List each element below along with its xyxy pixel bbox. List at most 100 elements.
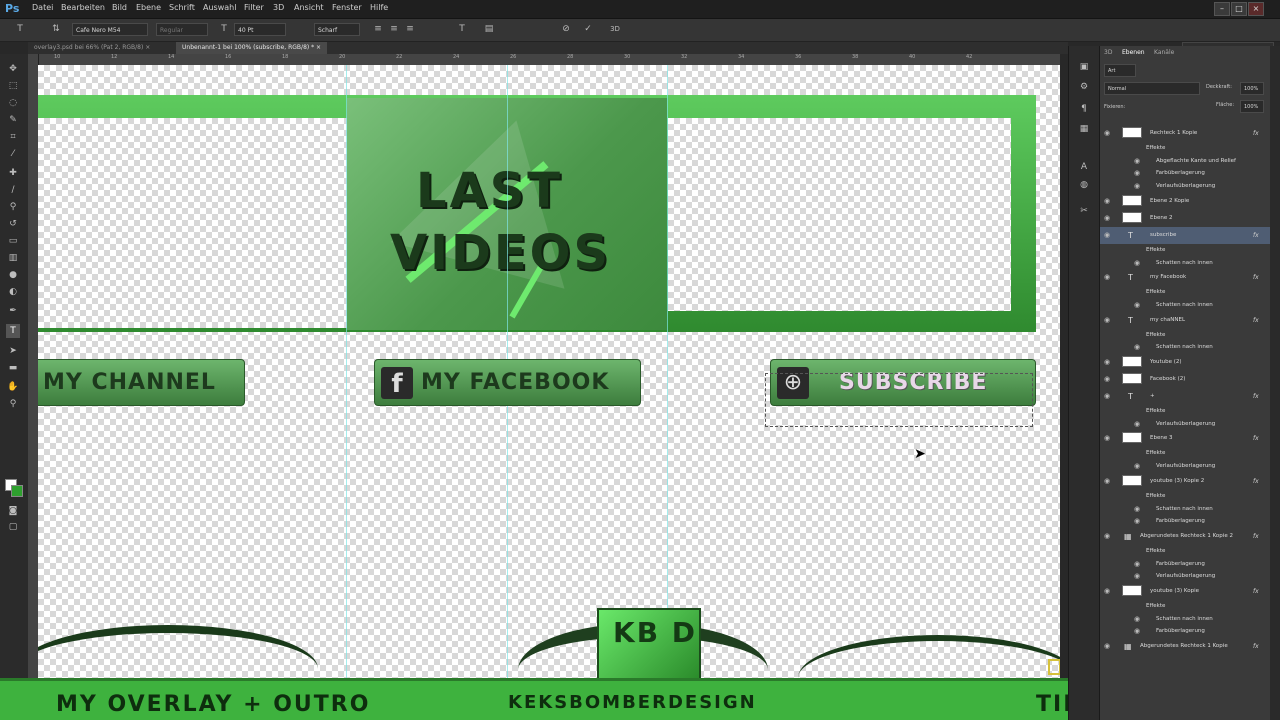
menu-ansicht[interactable]: Ansicht xyxy=(294,3,324,12)
eraser-icon[interactable]: ▭ xyxy=(6,234,20,248)
layer-row[interactable]: ◉ Schatten nach innen xyxy=(1100,341,1271,354)
menu-bearbeiten[interactable]: Bearbeiten xyxy=(61,3,105,12)
layer-row[interactable]: ◉ Verlaufsüberlagerung xyxy=(1100,460,1271,473)
visibility-eye-icon[interactable]: ◉ xyxy=(1134,515,1140,528)
layer-effects-icon[interactable]: fx xyxy=(1253,388,1259,405)
layer-effects-icon[interactable]: fx xyxy=(1253,125,1259,142)
layer-effects-icon[interactable]: fx xyxy=(1253,312,1259,329)
move-tool-icon[interactable]: ✥ xyxy=(6,62,20,76)
font-style-select[interactable]: Regular xyxy=(156,23,208,36)
menu-schrift[interactable]: Schrift xyxy=(169,3,195,12)
layer-row[interactable]: Effekte xyxy=(1100,405,1271,418)
gradient-tool-icon[interactable]: ▥ xyxy=(6,251,20,265)
screen-mode-icon[interactable]: ▢ xyxy=(6,520,20,534)
visibility-eye-icon[interactable]: ◉ xyxy=(1104,269,1110,286)
visibility-eye-icon[interactable]: ◉ xyxy=(1134,418,1140,431)
close-button[interactable]: × xyxy=(1248,2,1264,16)
layer-row[interactable]: Effekte xyxy=(1100,545,1271,558)
layer-kind-filter[interactable]: Art xyxy=(1104,64,1136,77)
visibility-eye-icon[interactable]: ◉ xyxy=(1104,354,1110,371)
visibility-eye-icon[interactable]: ◉ xyxy=(1134,503,1140,516)
layer-row[interactable]: ◉ ▦ Abgerundetes Rechteck 1 Kopie fx xyxy=(1100,638,1271,655)
visibility-eye-icon[interactable]: ◉ xyxy=(1134,460,1140,473)
layer-effects-icon[interactable]: fx xyxy=(1253,638,1259,655)
layer-row[interactable]: ◉ Ebene 2 xyxy=(1100,210,1271,227)
layer-row[interactable]: ◉ Abgeflachte Kante und Relief xyxy=(1100,155,1271,168)
blur-tool-icon[interactable]: ● xyxy=(6,268,20,282)
cancel-icon[interactable]: ⊘ xyxy=(560,23,572,36)
layer-row[interactable]: ◉ Schatten nach innen xyxy=(1100,613,1271,626)
layer-row[interactable]: Effekte xyxy=(1100,244,1271,257)
align-left-icon[interactable]: ≡ xyxy=(372,23,384,36)
visibility-eye-icon[interactable]: ◉ xyxy=(1134,558,1140,571)
visibility-eye-icon[interactable]: ◉ xyxy=(1104,473,1110,490)
layer-row[interactable]: Effekte xyxy=(1100,142,1271,155)
layer-row[interactable]: ◉ Ebene 2 Kopie xyxy=(1100,193,1271,210)
visibility-eye-icon[interactable]: ◉ xyxy=(1104,430,1110,447)
history-brush-icon[interactable]: ↺ xyxy=(6,217,20,231)
clone-stamp-icon[interactable]: ⚲ xyxy=(6,200,20,214)
layer-effects-icon[interactable]: fx xyxy=(1253,583,1259,600)
visibility-eye-icon[interactable]: ◉ xyxy=(1104,193,1110,210)
layer-row[interactable]: ◉ youtube (3) Kopie fx xyxy=(1100,583,1271,600)
shape-tool-icon[interactable]: ▬ xyxy=(6,361,20,375)
font-family-select[interactable]: Cafe Nero M54 xyxy=(72,23,148,36)
doc-tab-unbenannt[interactable]: Unbenannt-1 bei 100% (subscribe, RGB/8) … xyxy=(176,42,328,54)
panel-tab-kanaele[interactable]: Kanäle xyxy=(1154,49,1174,56)
layer-row[interactable]: Effekte xyxy=(1100,286,1271,299)
visibility-eye-icon[interactable]: ◉ xyxy=(1104,125,1110,142)
crop-tool-icon[interactable]: ⌗ xyxy=(6,130,20,144)
layer-row[interactable]: ◉ Farbüberlagerung xyxy=(1100,167,1271,180)
menu-hilfe[interactable]: Hilfe xyxy=(370,3,388,12)
visibility-eye-icon[interactable]: ◉ xyxy=(1104,371,1110,388)
text-orientation-icon[interactable]: ⇅ xyxy=(50,23,62,36)
visibility-eye-icon[interactable]: ◉ xyxy=(1104,312,1110,329)
visibility-eye-icon[interactable]: ◉ xyxy=(1134,257,1140,270)
brush-tool-icon[interactable]: ∕ xyxy=(6,183,20,197)
opacity-input[interactable]: 100% xyxy=(1240,82,1264,95)
quick-mask-icon[interactable]: ◙ xyxy=(6,504,20,518)
character-panel-icon[interactable]: A xyxy=(1077,160,1091,174)
visibility-eye-icon[interactable]: ◉ xyxy=(1104,638,1110,655)
maximize-button[interactable]: □ xyxy=(1231,2,1247,16)
visibility-eye-icon[interactable]: ◉ xyxy=(1104,210,1110,227)
doc-tab-overlay3[interactable]: overlay3.psd bei 66% (Pat 2, RGB/8) × xyxy=(28,42,156,54)
background-color-swatch[interactable] xyxy=(11,485,23,497)
font-size-select[interactable]: 40 Pt xyxy=(234,23,286,36)
layer-row[interactable]: ◉ Farbüberlagerung xyxy=(1100,625,1271,638)
text-bounding-box[interactable] xyxy=(765,373,1033,427)
history-panel-icon[interactable]: ▣ xyxy=(1077,60,1091,74)
visibility-eye-icon[interactable]: ◉ xyxy=(1134,613,1140,626)
layer-row[interactable]: ◉ T + fx xyxy=(1100,388,1271,405)
canvas[interactable]: LAST VIDEOS MY CHANNEL f MY FACEBOOK ⊕ S… xyxy=(38,65,1060,679)
hand-tool-icon[interactable]: ✋ xyxy=(6,380,20,394)
layer-row[interactable]: ◉ Schatten nach innen xyxy=(1100,299,1271,312)
layer-row[interactable]: Effekte xyxy=(1100,600,1271,613)
layer-effects-icon[interactable]: fx xyxy=(1253,269,1259,286)
type-tool-preset-icon[interactable]: T xyxy=(14,23,26,36)
visibility-eye-icon[interactable]: ◉ xyxy=(1134,155,1140,168)
layer-row[interactable]: ◉ Rechteck 1 Kopie fx xyxy=(1100,125,1271,142)
layers-scrollbar[interactable] xyxy=(1270,46,1280,720)
visibility-eye-icon[interactable]: ◉ xyxy=(1104,227,1110,244)
fill-input[interactable]: 100% xyxy=(1240,100,1264,113)
character-panel-icon[interactable]: ▤ xyxy=(483,23,495,36)
dodge-tool-icon[interactable]: ◐ xyxy=(6,285,20,299)
layer-effects-icon[interactable]: fx xyxy=(1253,528,1259,545)
zoom-tool-icon[interactable]: ⚲ xyxy=(6,397,20,411)
3d-button[interactable]: 3D xyxy=(606,23,624,36)
layer-row[interactable]: Effekte xyxy=(1100,447,1271,460)
menu-fenster[interactable]: Fenster xyxy=(332,3,362,12)
warp-text-icon[interactable]: T xyxy=(456,23,468,36)
layer-row[interactable]: ◉ Facebook (2) xyxy=(1100,371,1271,388)
visibility-eye-icon[interactable]: ◉ xyxy=(1104,528,1110,545)
layer-row[interactable]: ◉ Verlaufsüberlagerung xyxy=(1100,180,1271,193)
layer-row[interactable]: ◉ Tsubscribe fx xyxy=(1100,226,1271,244)
visibility-eye-icon[interactable]: ◉ xyxy=(1134,167,1140,180)
layer-row[interactable]: ◉ Schatten nach innen xyxy=(1100,503,1271,516)
menu-auswahl[interactable]: Auswahl xyxy=(203,3,236,12)
layer-row[interactable]: Effekte xyxy=(1100,329,1271,342)
visibility-eye-icon[interactable]: ◉ xyxy=(1134,299,1140,312)
align-right-icon[interactable]: ≡ xyxy=(404,23,416,36)
layer-effects-icon[interactable]: fx xyxy=(1253,227,1259,244)
